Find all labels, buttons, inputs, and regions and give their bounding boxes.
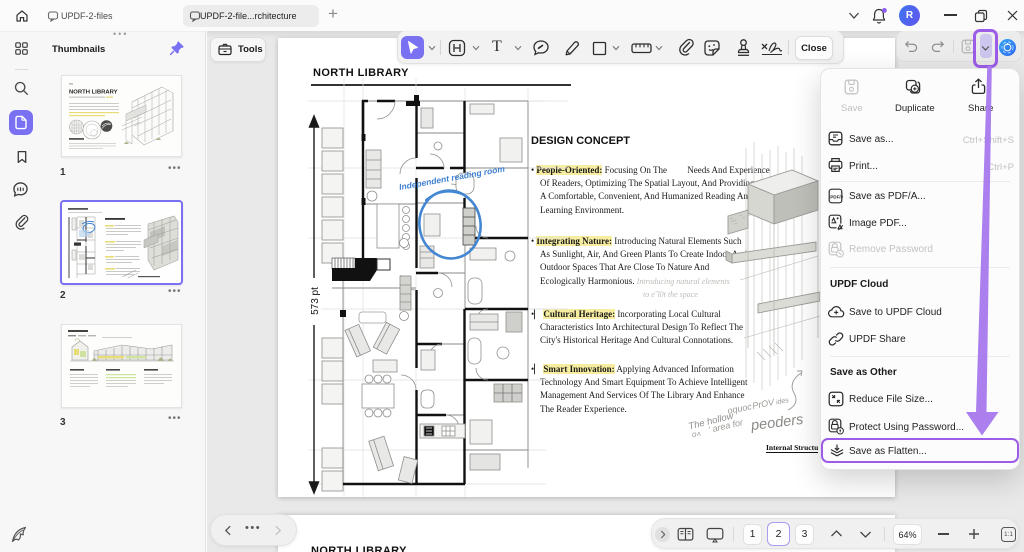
svg-text:PDF/A: PDF/A bbox=[830, 195, 843, 200]
svg-text:573 pt: 573 pt bbox=[310, 287, 321, 315]
svg-text:NORTH LIBRARY: NORTH LIBRARY bbox=[69, 90, 118, 96]
